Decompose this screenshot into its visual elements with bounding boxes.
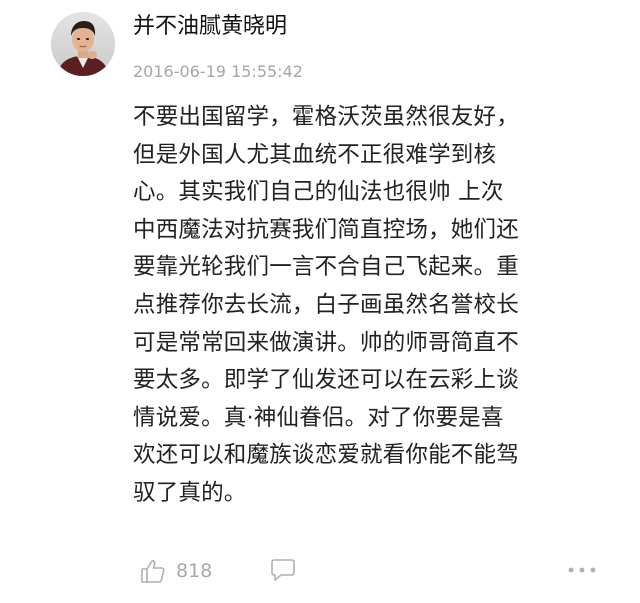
more-button[interactable] <box>565 558 599 586</box>
content-line: 驭了真的。 <box>133 479 247 506</box>
avatar[interactable] <box>51 12 115 76</box>
comment-post: 并不油腻黄晓明 2016-06-19 15:55:42 不要出国留学，霍格沃茨虽… <box>0 0 640 603</box>
more-dots-icon <box>568 567 596 573</box>
author-name[interactable]: 并不油腻黄晓明 <box>133 12 287 42</box>
content-line: 情说爱。真·神仙眷侣。对了你要是喜 <box>133 404 504 431</box>
post-content: 不要出国留学，霍格沃茨虽然很友好， 但是外国人尤其血统不正很难学到核 心。其实我… <box>133 99 588 513</box>
content-line: 但是外国人尤其血统不正很难学到核 <box>133 141 497 168</box>
avatar-image <box>51 12 115 76</box>
content-line: 点推荐你去长流，白子画虽然名誉校长 <box>133 291 519 318</box>
like-count: 818 <box>176 560 213 582</box>
content-line: 要靠光轮我们一言不合自己飞起来。重 <box>133 254 519 281</box>
content-line: 可是常常回来做演讲。帅的师哥简直不 <box>133 329 519 356</box>
like-button[interactable]: 818 <box>140 556 212 586</box>
content-line: 不要出国留学，霍格沃茨虽然很友好， <box>133 104 519 130</box>
content-line: 中西魔法对抗赛我们简直控场，她们还 <box>133 216 519 243</box>
thumbs-up-icon <box>141 560 165 583</box>
post-timestamp: 2016-06-19 15:55:42 <box>133 62 303 81</box>
content-line: 心。其实我们自己的仙法也很帅 上次 <box>133 179 504 206</box>
action-bar: 818 <box>140 556 600 586</box>
comment-button[interactable] <box>270 558 296 586</box>
content-line: 要太多。即学了仙发还可以在云彩上谈 <box>133 367 519 394</box>
content-line: 欢还可以和魔族谈恋爱就看你能不能驾 <box>133 442 519 469</box>
comment-bubble-icon <box>271 559 295 581</box>
